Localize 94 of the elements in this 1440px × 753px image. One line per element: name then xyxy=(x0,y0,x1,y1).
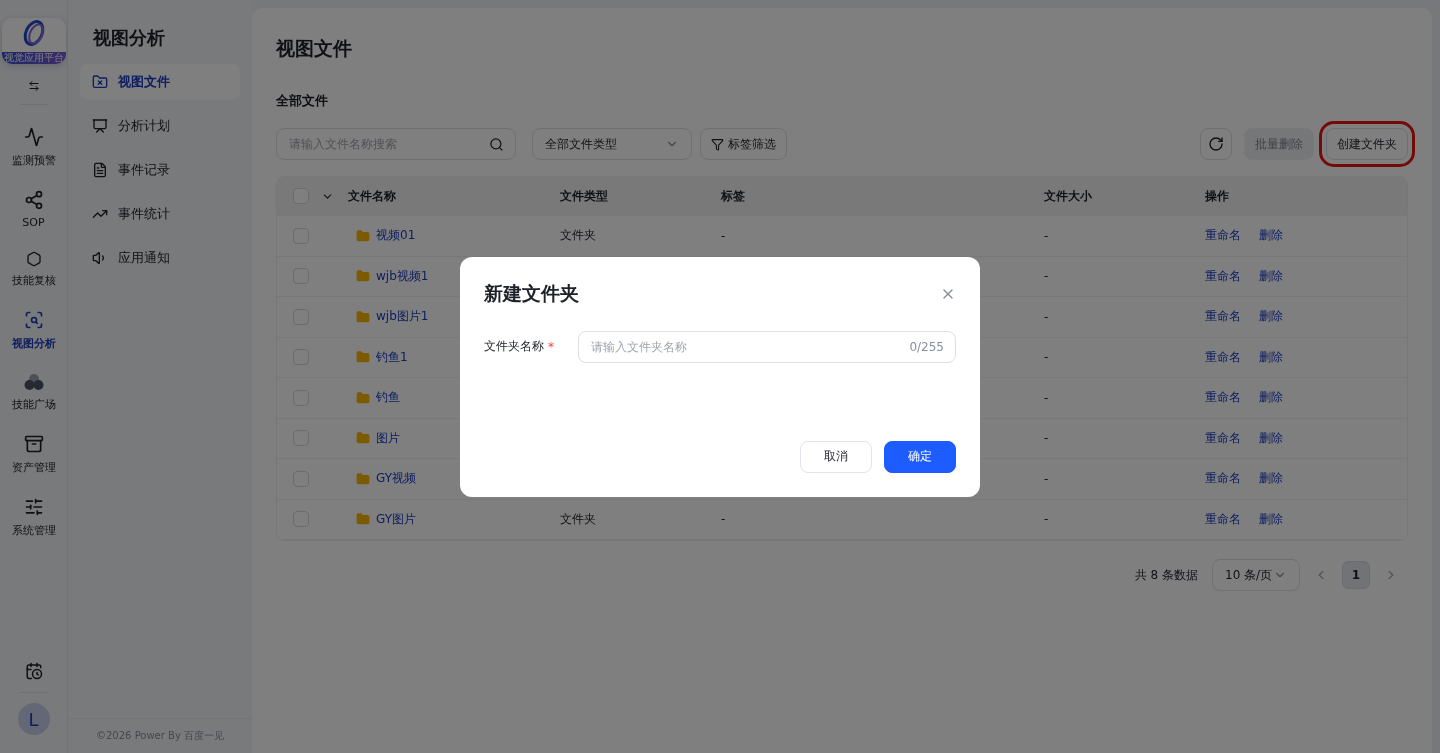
action-link[interactable]: 重命名 xyxy=(1205,389,1241,407)
logo-caption: 视觉应用平台 xyxy=(1,52,66,64)
action-link[interactable]: 重命名 xyxy=(1205,227,1241,245)
column-header: 标签 xyxy=(721,187,745,205)
document-icon xyxy=(92,162,108,178)
field-label: 文件夹名称 xyxy=(484,338,544,355)
table-cell: - xyxy=(721,228,726,243)
action-link[interactable]: 重命名 xyxy=(1205,429,1241,447)
column-header: 文件大小 xyxy=(1044,187,1092,205)
rail-item[interactable]: 系统管理 xyxy=(11,497,56,538)
calendar-clock-icon[interactable] xyxy=(24,662,43,680)
menu-item[interactable]: 视图文件 xyxy=(80,64,240,100)
rail-item[interactable]: 技能复核 xyxy=(11,251,56,288)
column-header: 操作 xyxy=(1205,187,1229,205)
archive-icon xyxy=(23,434,44,454)
column-header: 文件类型 xyxy=(560,187,608,205)
action-link[interactable]: 重命名 xyxy=(1205,308,1241,326)
table-cell: - xyxy=(1044,228,1049,243)
folder-link[interactable]: 钓鱼1 xyxy=(356,348,408,366)
dialog-title: 新建文件夹 xyxy=(484,280,579,306)
menu-item[interactable]: 分析计划 xyxy=(80,108,240,144)
folder-link[interactable]: GY视频 xyxy=(356,470,417,488)
switch-icon[interactable] xyxy=(27,80,40,92)
menu-item[interactable]: 事件记录 xyxy=(80,152,240,188)
action-link[interactable]: 重命名 xyxy=(1205,470,1241,488)
menu-item[interactable]: 事件统计 xyxy=(80,196,240,232)
type-select[interactable]: 全部文件类型 xyxy=(532,128,692,160)
folder-icon xyxy=(356,269,370,284)
refresh-icon xyxy=(1208,136,1224,152)
table-cell: - xyxy=(1044,350,1049,365)
table-cell: - xyxy=(1044,431,1049,446)
folder-icon xyxy=(356,512,370,527)
rail-item[interactable]: 技能广场 xyxy=(11,373,56,412)
column-header: 文件名称 xyxy=(348,187,396,205)
table-cell: - xyxy=(1044,269,1049,284)
folder-icon xyxy=(356,228,370,243)
nodes-icon xyxy=(23,190,44,210)
chart-monitor-icon xyxy=(23,127,44,147)
char-counter: 0/255 xyxy=(909,339,944,354)
rail-item[interactable]: 视图分析 xyxy=(11,310,56,351)
folder-link[interactable]: wjb图片1 xyxy=(356,308,429,326)
action-link[interactable]: 删除 xyxy=(1259,348,1283,366)
screen-search-icon xyxy=(23,310,44,330)
sliders-icon xyxy=(23,497,44,517)
menu-item[interactable]: 应用通知 xyxy=(80,240,240,276)
table-cell: - xyxy=(1044,309,1049,324)
table-cell: - xyxy=(1044,512,1049,527)
action-link[interactable]: 重命名 xyxy=(1205,348,1241,366)
search-icon xyxy=(489,136,504,152)
hexagon-icon xyxy=(25,251,42,267)
table-cell: - xyxy=(1044,390,1049,405)
rail-item[interactable]: 资产管理 xyxy=(11,434,56,475)
section-title: 全部文件 xyxy=(276,92,329,110)
action-link[interactable]: 删除 xyxy=(1259,267,1283,285)
folder-x-icon xyxy=(92,74,108,90)
circles-icon xyxy=(23,373,44,391)
tag-filter-button[interactable]: 标签筛选 xyxy=(700,128,787,160)
menu-title: 视图分析 xyxy=(93,26,166,50)
table-cell: 文件夹 xyxy=(560,227,596,245)
filter-icon xyxy=(711,137,724,151)
cancel-button[interactable]: 取消 xyxy=(800,440,872,473)
page-size-select[interactable]: 10 条/页 xyxy=(1212,559,1300,591)
action-link[interactable]: 删除 xyxy=(1259,389,1283,407)
page-number[interactable]: 1 xyxy=(1342,561,1370,589)
rail-item[interactable]: 监测预警 xyxy=(11,127,56,168)
refresh-button[interactable] xyxy=(1200,128,1232,160)
rail-item[interactable]: SOP xyxy=(22,190,45,229)
folder-link[interactable]: 视频01 xyxy=(356,227,416,245)
folder-link[interactable]: GY图片 xyxy=(356,510,417,528)
folder-link[interactable]: 图片 xyxy=(356,429,400,447)
table-cell: - xyxy=(721,512,726,527)
folder-link[interactable]: 钓鱼 xyxy=(356,389,400,407)
confirm-button[interactable]: 确定 xyxy=(884,440,956,473)
action-link[interactable]: 删除 xyxy=(1259,227,1283,245)
folder-icon xyxy=(356,390,370,405)
folder-icon xyxy=(356,309,370,324)
action-link[interactable]: 删除 xyxy=(1259,470,1283,488)
table-cell: - xyxy=(1044,471,1049,486)
folder-link[interactable]: wjb视频1 xyxy=(356,267,429,285)
action-link[interactable]: 重命名 xyxy=(1205,267,1241,285)
folder-icon xyxy=(356,471,370,486)
folder-icon xyxy=(356,431,370,446)
presentation-icon xyxy=(92,118,108,134)
required-mark: * xyxy=(548,339,554,354)
avatar[interactable]: L xyxy=(17,703,50,735)
table-cell: 文件夹 xyxy=(560,510,596,528)
action-link[interactable]: 删除 xyxy=(1259,510,1283,528)
action-link[interactable]: 重命名 xyxy=(1205,510,1241,528)
app-logo[interactable]: 视觉应用平台 xyxy=(1,18,66,64)
page-title: 视图文件 xyxy=(276,36,353,61)
folder-icon xyxy=(356,350,370,365)
action-link[interactable]: 删除 xyxy=(1259,308,1283,326)
total-count: 共 8 条数据 xyxy=(1134,566,1198,584)
action-link[interactable]: 删除 xyxy=(1259,429,1283,447)
